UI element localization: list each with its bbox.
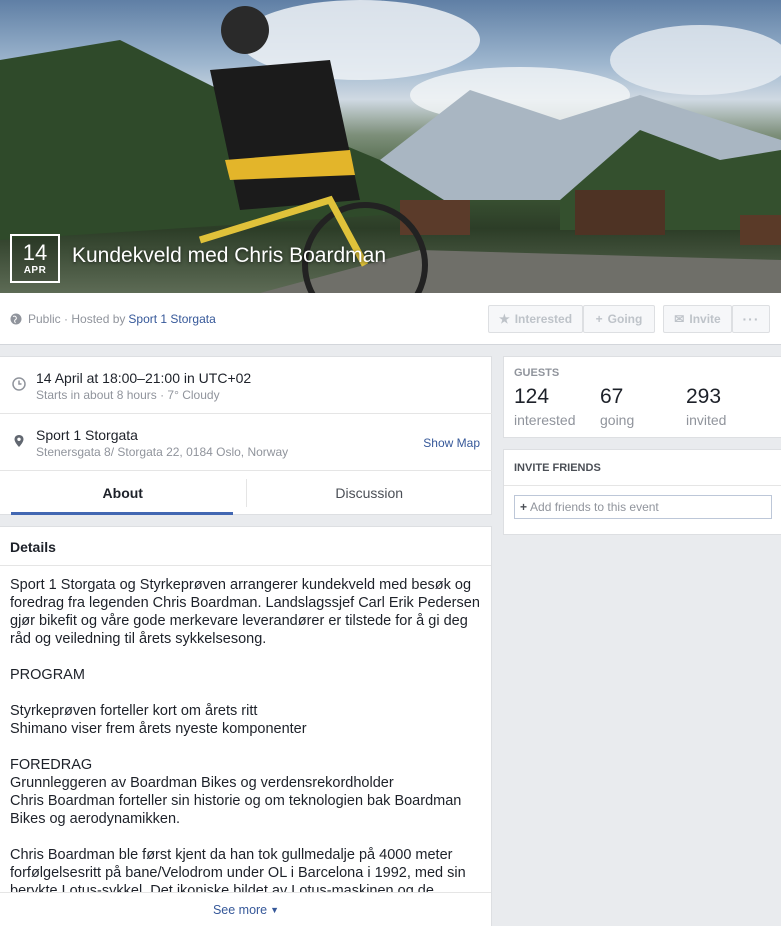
event-header-bar: Public · Hosted by Sport 1 Storgata ★ In… <box>0 293 781 345</box>
details-paragraph: Chris Boardman ble først kjent da han to… <box>10 847 466 894</box>
caret-down-icon: ▼ <box>270 904 280 915</box>
invited-stat[interactable]: 293 invited <box>686 385 726 428</box>
invite-friends-card: INVITE FRIENDS + Add friends to this eve… <box>503 449 781 535</box>
plus-icon: + <box>520 500 528 514</box>
details-heading: Details <box>0 527 491 566</box>
map-pin-icon <box>14 435 24 447</box>
interested-button[interactable]: ★ Interested <box>488 305 583 333</box>
privacy-text: Public · Hosted by <box>28 312 126 326</box>
event-location-name[interactable]: Sport 1 Storgata <box>36 427 138 443</box>
event-location-address: Stenersgata 8/ Storgata 22, 0184 Oslo, N… <box>36 445 289 459</box>
event-time-row: 14 April at 18:00–21:00 in UTC+02 Starts… <box>0 357 492 414</box>
clock-icon <box>12 377 26 391</box>
details-card: Details Sport 1 Storgata og Styrkeprøven… <box>0 526 492 926</box>
event-date-month: APR <box>23 265 47 276</box>
guests-card: GUESTS 124 interested 67 going 293 invit… <box>503 356 781 438</box>
invite-label: Invite <box>689 312 721 326</box>
going-count: 67 <box>600 385 624 408</box>
show-map-link[interactable]: Show Map <box>423 436 480 450</box>
see-more-label: See more <box>212 902 268 917</box>
event-time-subtext: Starts in about 8 hours · 7° Cloudy <box>36 388 220 402</box>
details-body: Sport 1 Storgata og Styrkeprøven arrange… <box>0 566 491 894</box>
details-paragraph: Sport 1 Storgata og Styrkeprøven arrange… <box>10 577 480 647</box>
event-date-day: 14 <box>22 240 48 265</box>
event-tabs: About Discussion <box>0 471 492 515</box>
star-icon: ★ <box>498 312 510 326</box>
event-privacy: Public · Hosted by Sport 1 Storgata <box>10 312 216 326</box>
details-paragraph: PROGRAM <box>10 667 85 683</box>
event-location-row: Sport 1 Storgata Stenersgata 8/ Storgata… <box>0 414 492 471</box>
going-label: Going <box>607 312 643 326</box>
tab-discussion[interactable]: Discussion <box>247 471 493 515</box>
invite-friends-heading: INVITE FRIENDS <box>504 450 781 486</box>
going-button[interactable]: + Going <box>583 305 655 333</box>
invited-count: 293 <box>686 385 722 408</box>
plus-icon: + <box>595 312 603 326</box>
guests-heading: GUESTS <box>514 367 560 379</box>
event-info-card: 14 April at 18:00–21:00 in UTC+02 Starts… <box>0 356 492 515</box>
event-time: 14 April at 18:00–21:00 in UTC+02 <box>36 370 252 386</box>
host-link[interactable]: Sport 1 Storgata <box>128 312 215 326</box>
invite-friends-placeholder: Add friends to this event <box>530 500 659 514</box>
details-paragraph: Styrkeprøven forteller kort om årets rit… <box>10 703 307 737</box>
see-more-button[interactable]: See more ▼ <box>0 892 491 926</box>
going-stat-label: going <box>600 412 635 428</box>
cover-photo: 14 APR Kundekveld med Chris Boardman <box>0 0 781 293</box>
tab-about[interactable]: About <box>0 471 246 515</box>
interested-stat-label: interested <box>514 412 576 428</box>
globe-icon <box>10 313 22 325</box>
details-paragraph: FOREDRAG Grunnleggeren av Boardman Bikes… <box>10 757 462 827</box>
interested-count: 124 <box>514 385 550 408</box>
invite-button[interactable]: ✉ Invite <box>663 305 732 333</box>
envelope-icon: ✉ <box>674 312 685 326</box>
invite-friends-input[interactable]: + Add friends to this event <box>514 495 772 519</box>
going-stat[interactable]: 67 going <box>600 385 634 428</box>
event-date-badge: 14 APR <box>10 234 60 283</box>
interested-label: Interested <box>514 312 573 326</box>
more-options-button[interactable]: ··· <box>732 305 770 333</box>
interested-stat[interactable]: 124 interested <box>514 385 575 428</box>
event-title: Kundekveld med Chris Boardman <box>72 244 386 267</box>
invited-stat-label: invited <box>686 412 727 428</box>
